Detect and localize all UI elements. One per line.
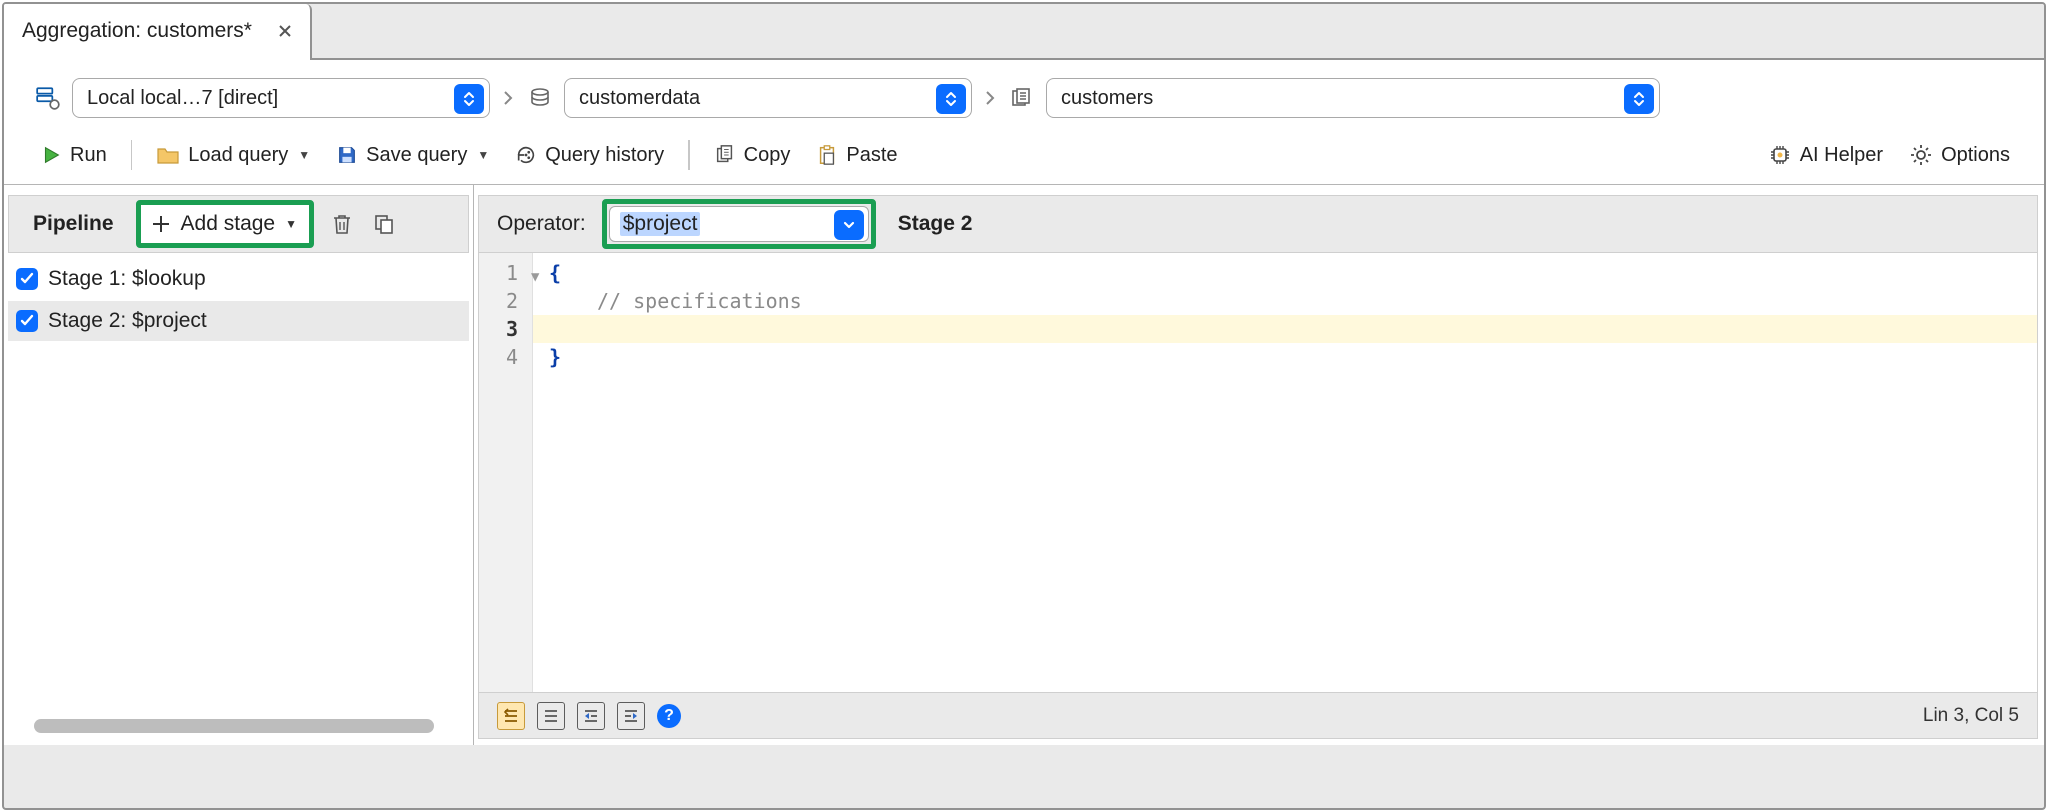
stage-label: Stage 1: $lookup	[48, 267, 206, 291]
chevron-down-icon: ▼	[285, 217, 297, 231]
save-icon	[336, 144, 358, 166]
load-query-label: Load query	[188, 144, 288, 167]
chevron-updown-icon	[936, 84, 966, 114]
options-button[interactable]: Options	[1899, 138, 2020, 172]
horizontal-scrollbar[interactable]	[34, 719, 434, 733]
chevron-right-icon	[500, 89, 516, 107]
run-label: Run	[70, 144, 107, 167]
tab-title: Aggregation: customers*	[22, 19, 252, 43]
query-history-label: Query history	[545, 144, 664, 167]
folder-icon	[156, 144, 180, 166]
stage-editor: Operator: $project Stage 2 ▼	[474, 185, 2044, 745]
checkbox-icon[interactable]	[16, 310, 38, 332]
chevron-down-icon: ▼	[477, 148, 489, 162]
collection-icon	[1008, 86, 1036, 110]
stage-row[interactable]: Stage 1: $lookup	[8, 259, 469, 299]
workspace: Local local…7 [direct] customerdata	[4, 58, 2044, 745]
stage-name: Stage 2	[898, 212, 973, 236]
sidebar-scroll-area	[4, 713, 473, 745]
stage-list: Stage 1: $lookup Stage 2: $project	[4, 253, 473, 347]
save-query-label: Save query	[366, 144, 467, 167]
ai-helper-label: AI Helper	[1800, 144, 1883, 167]
copy-icon	[714, 144, 736, 166]
line-gutter: ▼ 1 2 3 4	[479, 253, 533, 692]
collection-select[interactable]: customers	[1046, 78, 1660, 118]
indent-left-button[interactable]	[617, 702, 645, 730]
ai-helper-button[interactable]: AI Helper	[1758, 138, 1893, 172]
checkbox-icon[interactable]	[16, 268, 38, 290]
pipeline-title: Pipeline	[33, 212, 114, 236]
paste-label: Paste	[846, 144, 897, 167]
add-stage-label: Add stage	[181, 212, 276, 236]
code-editor[interactable]: ▼ 1 2 3 4 { // specifications }	[478, 253, 2038, 693]
connection-bar: Local local…7 [direct] customerdata	[4, 60, 2044, 128]
indent-right-button[interactable]	[577, 702, 605, 730]
load-query-button[interactable]: Load query ▼	[146, 138, 320, 172]
connection-select[interactable]: Local local…7 [direct]	[72, 78, 490, 118]
editor-header: Operator: $project Stage 2	[478, 195, 2038, 253]
editor-statusbar: ? Lin 3, Col 5	[478, 693, 2038, 739]
copy-label: Copy	[744, 144, 791, 167]
code-text[interactable]: { // specifications }	[533, 253, 2037, 692]
database-value: customerdata	[579, 87, 700, 110]
chevron-right-icon	[982, 89, 998, 107]
delete-stage-button[interactable]	[328, 210, 356, 238]
stage-label: Stage 2: $project	[48, 309, 207, 333]
run-button[interactable]: Run	[30, 138, 117, 172]
copy-button[interactable]: Copy	[704, 138, 801, 172]
chevron-updown-icon	[1624, 84, 1654, 114]
duplicate-stage-button[interactable]	[370, 210, 398, 238]
duplicate-icon	[373, 213, 395, 235]
cursor-position: Lin 3, Col 5	[1923, 705, 2019, 727]
operator-select-highlight: $project	[602, 199, 876, 249]
tab-aggregation[interactable]: Aggregation: customers*	[4, 4, 312, 58]
chevron-updown-icon	[454, 84, 484, 114]
chip-icon	[1768, 143, 1792, 167]
database-select[interactable]: customerdata	[564, 78, 972, 118]
operator-label: Operator:	[497, 212, 586, 236]
query-history-button[interactable]: Query history	[505, 138, 674, 172]
database-icon	[526, 86, 554, 110]
gear-icon	[1909, 143, 1933, 167]
paste-button[interactable]: Paste	[806, 138, 907, 172]
operator-value: $project	[620, 212, 701, 236]
chevron-down-icon: ▼	[298, 148, 310, 162]
save-query-button[interactable]: Save query ▼	[326, 138, 499, 172]
format-button[interactable]	[497, 702, 525, 730]
separator	[131, 140, 133, 170]
play-icon	[40, 144, 62, 166]
trash-icon	[331, 212, 353, 236]
stage-row[interactable]: Stage 2: $project	[8, 301, 469, 341]
app-window: Aggregation: customers* Local local…7 [d…	[2, 2, 2046, 810]
help-button[interactable]: ?	[657, 704, 681, 728]
pipeline-sidebar: Pipeline Add stage ▼	[4, 185, 474, 745]
operator-select[interactable]: $project	[609, 206, 869, 242]
chevron-down-icon	[834, 210, 864, 240]
close-icon[interactable]	[274, 23, 296, 39]
view-mode-button[interactable]	[537, 702, 565, 730]
options-label: Options	[1941, 144, 2010, 167]
split-panes: Pipeline Add stage ▼	[4, 185, 2044, 745]
toolbar: Run Load query ▼ Save query ▼ Query hist…	[4, 128, 2044, 185]
collection-value: customers	[1061, 87, 1153, 110]
tab-bar: Aggregation: customers*	[4, 4, 2044, 58]
pipeline-header: Pipeline Add stage ▼	[8, 195, 469, 253]
paste-icon	[816, 144, 838, 166]
server-icon	[34, 85, 62, 111]
add-stage-button[interactable]: Add stage ▼	[136, 200, 314, 248]
history-icon	[515, 144, 537, 166]
separator	[688, 140, 690, 170]
plus-icon	[151, 214, 171, 234]
connection-value: Local local…7 [direct]	[87, 87, 278, 110]
